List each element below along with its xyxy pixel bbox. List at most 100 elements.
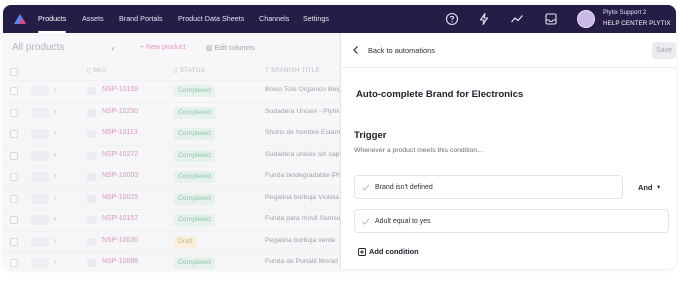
- check-icon: [361, 184, 370, 191]
- nav-settings[interactable]: Settings: [303, 5, 329, 33]
- add-condition-label: Add condition: [369, 247, 419, 256]
- edit-columns-label: Edit columns: [214, 45, 255, 52]
- row-thumbnail: [31, 193, 49, 204]
- row-thumbnail: [31, 236, 49, 247]
- table-row: › NSP-10030 Draft Pegatina burbuja verde: [3, 230, 339, 253]
- table-row: › NSP-10272 Completed Sudadera unisex si…: [3, 144, 343, 167]
- row-checkbox: [10, 173, 18, 181]
- plus-square-icon: [358, 247, 366, 256]
- row-tag: [87, 173, 96, 181]
- nav-product-data-sheets[interactable]: Product Data Sheets: [178, 5, 244, 33]
- row-title: Pegatina burbuja verde: [265, 236, 336, 244]
- row-thumbnail: [31, 258, 49, 268]
- activity-icon[interactable]: [510, 12, 524, 26]
- row-checkbox: [10, 87, 18, 95]
- row-checkbox: [10, 194, 18, 203]
- row-thumbnail: [31, 172, 49, 182]
- lightning-icon[interactable]: [477, 12, 491, 26]
- row-sku: NSP-10250: [102, 107, 139, 115]
- app-window: Products Assets Brand Portals Product Da…: [3, 5, 676, 269]
- row-status: Completed: [174, 257, 215, 269]
- add-condition-button[interactable]: Add condition: [358, 247, 419, 256]
- row-thumbnail: [31, 107, 49, 118]
- condition-operator-select[interactable]: And: [638, 183, 652, 192]
- chevron-right-icon: ›: [54, 257, 57, 266]
- table-row: › NSP-10113 Completed Shorts de hombre E…: [3, 123, 340, 145]
- row-checkbox: [10, 237, 18, 246]
- product-list-background: All products ▾ + New product ▥ Edit colu…: [3, 33, 343, 269]
- chevron-right-icon: ›: [54, 106, 57, 116]
- row-checkbox: [10, 130, 18, 138]
- back-to-automations-link[interactable]: Back to automations: [368, 46, 435, 55]
- nav-products[interactable]: Products: [38, 5, 67, 33]
- row-tag: [87, 108, 96, 117]
- row-status: Completed: [174, 128, 215, 140]
- row-title: Sudadera unisex sin capu: [265, 150, 344, 158]
- condition-row[interactable]: Brand isn't defined: [354, 175, 623, 199]
- row-sku: NSP-10109: [102, 86, 139, 93]
- row-sku: NSP-10157: [102, 215, 139, 222]
- chevron-right-icon: ›: [54, 235, 57, 245]
- row-checkbox: [10, 151, 18, 160]
- table-row: › NSP-10003 Completed Funda biodegradabl…: [3, 166, 341, 188]
- row-sku: NSP-10086: [102, 258, 139, 265]
- row-title: Bolso Tote Orgánico Beig: [265, 86, 342, 93]
- condition-row[interactable]: Adult equal to yes: [354, 209, 669, 233]
- row-sku: NSP-10113: [102, 129, 138, 136]
- edit-columns-button: ▥ Edit columns: [206, 44, 255, 52]
- nav-brand-portals[interactable]: Brand Portals: [119, 5, 163, 33]
- row-title: Pegatina burbuja Violeta: [265, 193, 339, 201]
- row-tag: [87, 87, 96, 95]
- automation-title[interactable]: Auto-complete Brand for Electronics: [356, 89, 523, 100]
- save-button[interactable]: Save: [652, 42, 676, 59]
- chevron-right-icon: ›: [54, 214, 57, 223]
- user-org[interactable]: HELP CENTER PLYTIX: [603, 20, 671, 27]
- row-sku: NSP-10030: [102, 236, 139, 244]
- row-sku: NSP-10272: [102, 150, 139, 158]
- condition-text: Adult equal to yes: [375, 218, 431, 225]
- trigger-heading: Trigger: [354, 130, 387, 141]
- list-title: All products: [12, 42, 65, 53]
- row-checkbox: [10, 216, 18, 224]
- top-nav: Products Assets Brand Portals Product Da…: [3, 5, 676, 33]
- row-sku: NSP-10003: [102, 172, 139, 179]
- row-status: Completed: [174, 106, 215, 119]
- table-row: › NSP-10157 Completed Funda para móvil S…: [3, 209, 341, 231]
- row-thumbnail: [31, 129, 49, 139]
- row-status: Completed: [174, 192, 215, 205]
- row-tag: [87, 130, 96, 138]
- row-title: Sudadera Unisex - Plytix: [265, 107, 340, 115]
- row-status: Completed: [174, 149, 215, 162]
- table-row: › NSP-10025 Completed Pegatina burbuja V…: [3, 187, 339, 210]
- row-tag: [87, 216, 96, 224]
- row-status: Completed: [174, 171, 215, 183]
- row-checkbox: [10, 259, 18, 267]
- chevron-right-icon: ›: [54, 128, 57, 137]
- row-title: Funda de Portátil Morad: [265, 258, 338, 265]
- plytix-logo[interactable]: [12, 11, 28, 27]
- table-header: ▯ SKU ▯ STATUS T SPANISH TITLE: [3, 65, 339, 79]
- row-thumbnail: [31, 150, 49, 161]
- column-header-status: ▯ STATUS: [174, 67, 206, 74]
- nav-assets[interactable]: Assets: [82, 5, 104, 33]
- row-title: Funda biodegradable iPh: [265, 172, 341, 179]
- chevron-down-icon[interactable]: ▾: [657, 183, 660, 191]
- user-avatar[interactable]: [577, 10, 595, 28]
- nav-channels[interactable]: Channels: [259, 5, 289, 33]
- row-title: Funda para móvil Samsu: [265, 215, 341, 222]
- row-sku: NSP-10025: [102, 193, 139, 201]
- inbox-icon[interactable]: [544, 12, 558, 26]
- columns-icon: ▥: [206, 45, 213, 52]
- row-status: Draft: [174, 235, 197, 248]
- table-row: › NSP-10109 Completed Bolso Tote Orgánic…: [3, 80, 342, 102]
- automation-panel: Back to automations Save Auto-complete B…: [340, 33, 676, 269]
- column-header-title: T SPANISH TITLE: [265, 67, 321, 74]
- chevron-left-icon[interactable]: [351, 45, 361, 55]
- new-product-button: + New product: [140, 44, 186, 51]
- user-name[interactable]: Plytix Support 2: [603, 9, 646, 16]
- row-tag: [87, 237, 96, 246]
- help-icon[interactable]: [445, 12, 459, 26]
- trigger-subheading: Whenever a product meets this condition.…: [354, 147, 483, 154]
- row-thumbnail: [31, 215, 49, 225]
- check-icon: [361, 218, 370, 225]
